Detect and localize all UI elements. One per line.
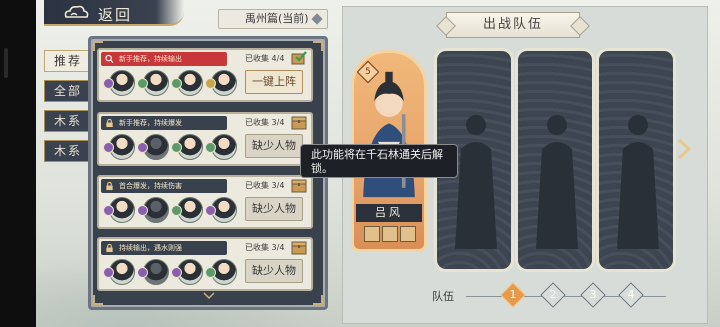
avatar[interactable] (137, 257, 169, 287)
collected-count: 已收集 3/4 (245, 181, 285, 190)
diamond-icon (311, 13, 323, 25)
lock-icon (106, 118, 113, 128)
back-label[interactable]: 返回 (98, 4, 132, 25)
hero-skills (364, 226, 418, 242)
team-tag-text: 首合爆发，持续伤害 (119, 182, 182, 190)
missing-character-button[interactable]: 缺少人物 (245, 259, 303, 283)
chapter-label: 禹州篇(当前) (245, 12, 309, 25)
team-card-3[interactable]: 首合爆发，持续伤害 已收集 3/4 缺少人物 (97, 175, 313, 229)
avatar[interactable] (171, 257, 203, 287)
character-silhouette-icon (536, 115, 578, 249)
avatar-row (103, 68, 239, 100)
collected-count: 已收集 4/4 (245, 54, 285, 63)
panel-corner (313, 41, 323, 51)
panel-corner (313, 295, 323, 305)
team-tag: 新手推荐，持续爆发 (101, 116, 227, 130)
auto-deploy-button[interactable]: 一键上阵 (245, 70, 303, 94)
team-tag-text: 新手推荐，持续爆发 (119, 119, 182, 127)
avatar[interactable] (205, 132, 237, 162)
device-bezel (0, 0, 36, 327)
locked-feature-tooltip: 此功能将在千石林通关后解锁。 (300, 144, 458, 178)
camera-notch (4, 48, 8, 78)
skill-icon[interactable] (382, 226, 398, 242)
treasure-box-icon (291, 241, 307, 255)
avatar-row (103, 132, 239, 164)
team-tag-text: 新手推荐，持续输出 (119, 55, 182, 63)
team-tag: 持续输出，遇水则强 (101, 241, 227, 255)
avatar[interactable] (103, 257, 135, 287)
skill-icon[interactable] (400, 226, 416, 242)
avatar-row (103, 257, 239, 289)
hero-level: 5 (365, 66, 371, 77)
treasure-box-icon (291, 179, 307, 193)
team-label: 队伍 (432, 290, 454, 303)
avatar[interactable] (103, 195, 135, 225)
collected-count: 已收集 3/4 (245, 243, 285, 252)
team-tag-text: 持续输出，遇水则强 (119, 244, 182, 252)
avatar[interactable] (137, 195, 169, 225)
avatar[interactable] (137, 132, 169, 162)
tab-wood-2[interactable]: 木系 (44, 140, 92, 162)
team-card-1[interactable]: 新手推荐，持续输出 已收集 4/4 一键上阵 (97, 48, 313, 102)
hero-name: 吕风 (356, 204, 422, 222)
avatar[interactable] (205, 257, 237, 287)
lock-icon (106, 243, 113, 253)
tab-wood-1[interactable]: 木系 (44, 110, 92, 132)
lock-icon (106, 181, 113, 191)
team-number: 4 (627, 288, 635, 301)
collected-count: 已收集 3/4 (245, 118, 285, 127)
missing-character-button[interactable]: 缺少人物 (245, 134, 303, 158)
lineup-slot-3[interactable] (515, 48, 595, 272)
team-tag: 首合爆发，持续伤害 (101, 179, 227, 193)
team-number: 1 (509, 288, 517, 301)
avatar-row (103, 195, 239, 227)
avatar[interactable] (171, 195, 203, 225)
team-tag: 新手推荐，持续输出 (101, 52, 227, 66)
chevron-right-icon[interactable] (676, 138, 692, 160)
search-icon (105, 54, 114, 63)
check-box-icon (291, 51, 307, 65)
avatar[interactable] (205, 195, 237, 225)
skill-icon[interactable] (364, 226, 380, 242)
tab-recommended[interactable]: 推荐 (44, 50, 92, 72)
team-card-4[interactable]: 持续输出，遇水则强 已收集 3/4 缺少人物 (97, 237, 313, 291)
avatar[interactable] (205, 68, 237, 98)
character-silhouette-icon (455, 115, 497, 249)
panel-corner (93, 295, 103, 305)
avatar[interactable] (171, 132, 203, 162)
cloud-icon (64, 5, 89, 18)
team-number: 2 (549, 288, 557, 301)
scroll-down-icon[interactable] (203, 292, 215, 300)
character-silhouette-icon (617, 115, 659, 249)
avatar[interactable] (171, 68, 203, 98)
avatar[interactable] (103, 132, 135, 162)
lineup-title: 出战队伍 (446, 12, 580, 38)
avatar[interactable] (103, 68, 135, 98)
lineup-slot-4[interactable] (596, 48, 676, 272)
treasure-box-icon (291, 116, 307, 130)
team-number: 3 (589, 288, 597, 301)
tab-all[interactable]: 全部 (44, 80, 92, 102)
avatar[interactable] (137, 68, 169, 98)
missing-character-button[interactable]: 缺少人物 (245, 197, 303, 221)
team-card-2[interactable]: 新手推荐，持续爆发 已收集 3/4 缺少人物 (97, 112, 313, 166)
chapter-selector[interactable]: 禹州篇(当前) (218, 9, 328, 29)
